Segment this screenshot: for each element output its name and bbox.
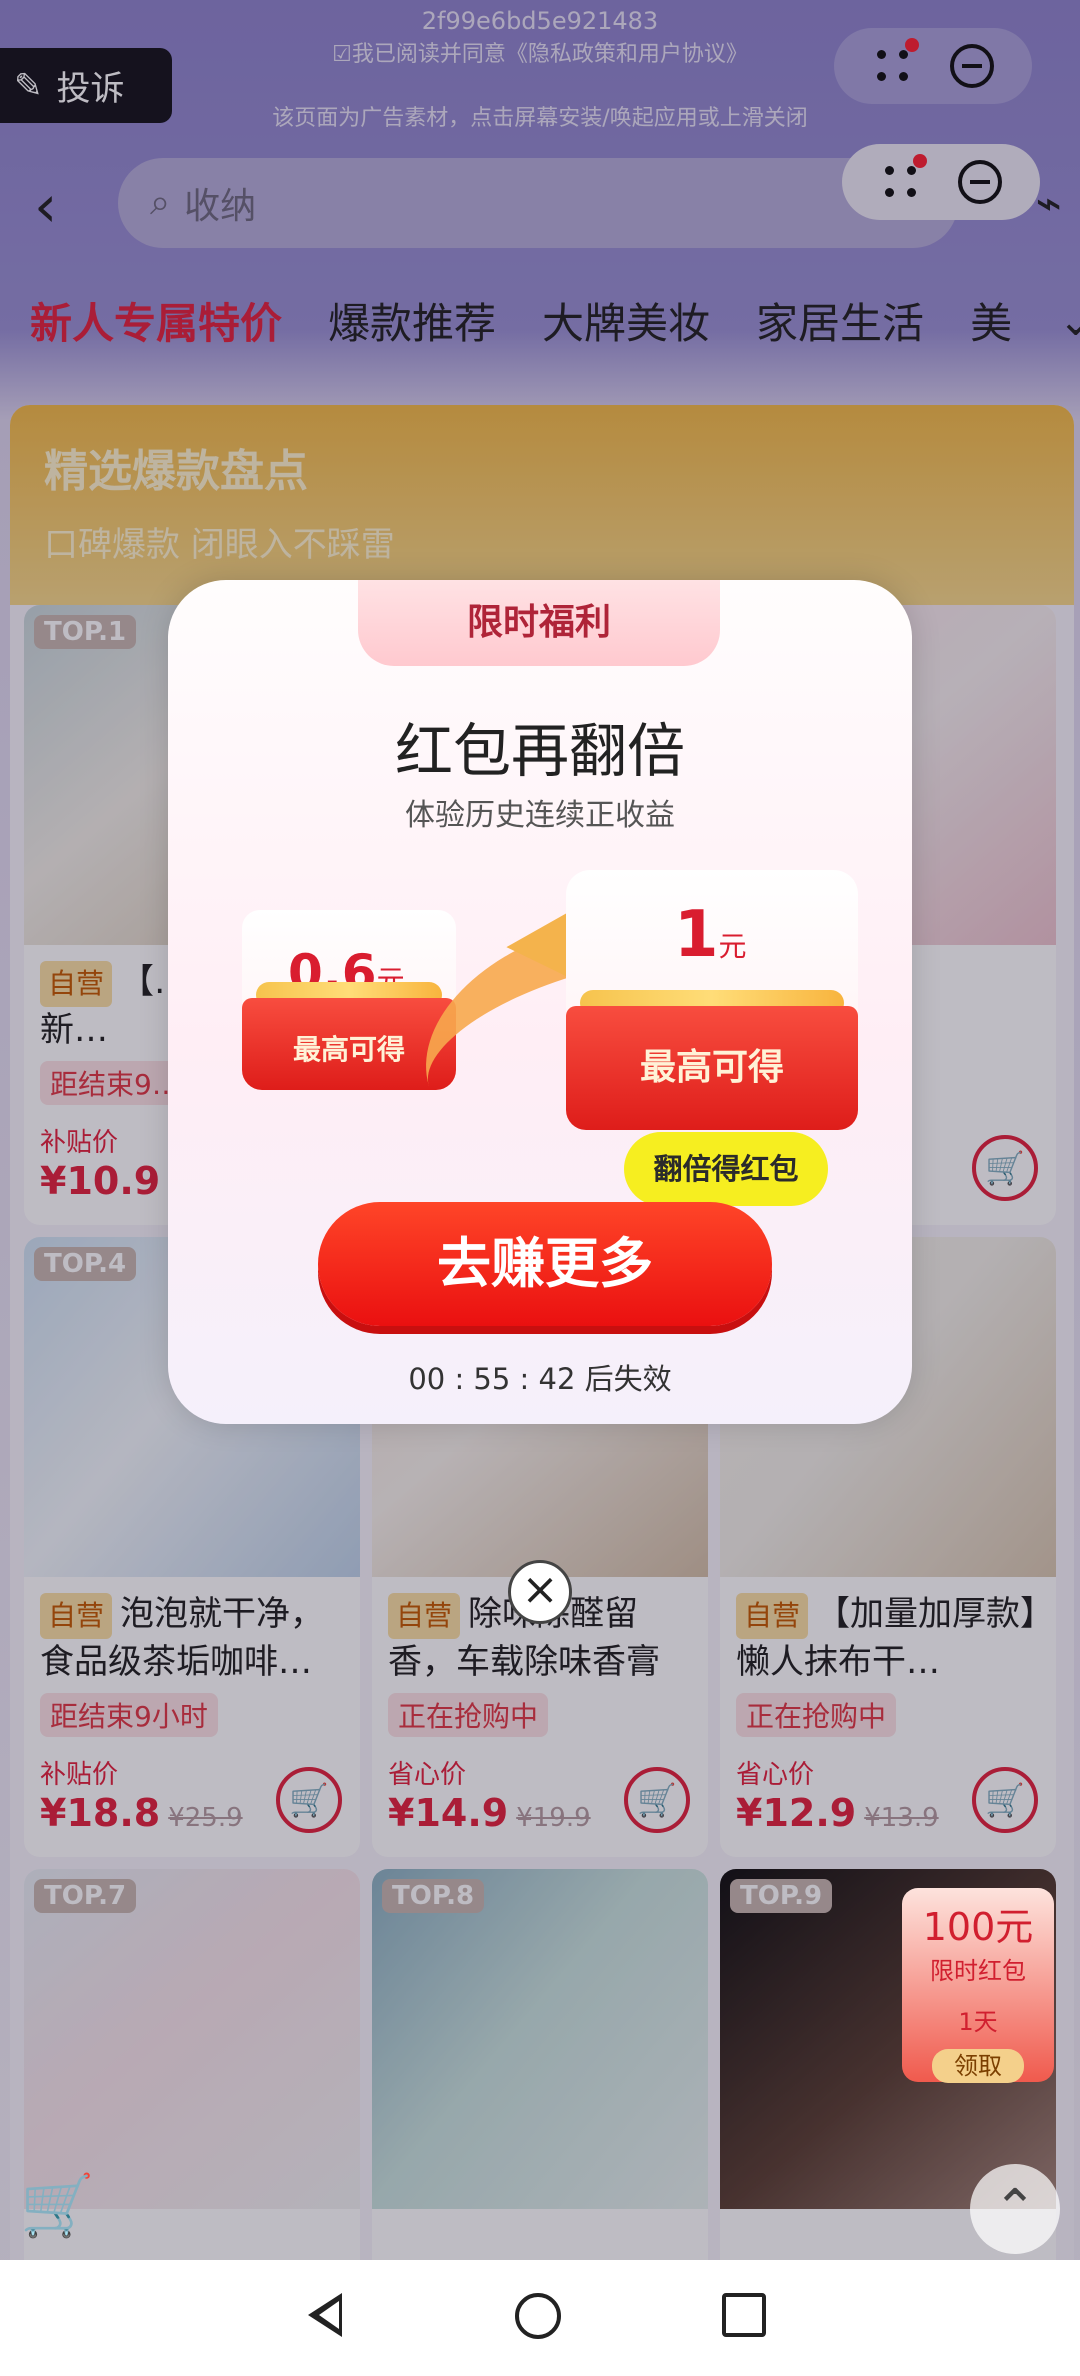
self-operated-tag: 自营 [40, 961, 113, 1007]
price-block: 补贴价 ¥18.8 ¥25.9 [40, 1760, 243, 1835]
search-icon: ⌕ [150, 182, 171, 223]
small-envelope-label: 最高可得 [242, 998, 456, 1090]
scroll-top-icon[interactable]: ⌃ [970, 2164, 1060, 2254]
status-badge: 正在抢购中 [736, 1693, 897, 1737]
cart-icon[interactable]: 🛒 [972, 1135, 1038, 1201]
rank-badge: TOP.7 [34, 1879, 137, 1913]
price-block: 省心价 ¥12.9 ¥13.9 [736, 1760, 939, 1835]
product-title: 自营 【加量加厚款】懒人抹布干… [736, 1593, 1038, 1682]
recent-apps-icon[interactable] [721, 2293, 772, 2343]
home-nav-icon[interactable] [514, 2293, 565, 2343]
chevron-down-icon[interactable]: ⌄ [1058, 296, 1080, 345]
complaint-label: 投诉 [56, 69, 125, 109]
large-red-envelope: 1元 最高可得 [566, 870, 858, 1130]
more-icon[interactable] [873, 38, 919, 86]
small-red-envelope: 0.6元 最高可得 [242, 910, 456, 1090]
complaint-button[interactable]: ✎ 投诉 [0, 48, 172, 123]
cart-icon[interactable]: 🛒 [624, 1767, 690, 1833]
product-card[interactable]: TOP.8 [372, 1869, 708, 2305]
tab-hot-recommend[interactable]: 爆款推荐 [328, 290, 496, 351]
featured-subtitle: 口碑爆款 闭眼入不踩雷 [44, 525, 395, 565]
large-amount: 1元 [674, 898, 747, 972]
back-nav-icon[interactable] [308, 2293, 358, 2343]
tab-home-life[interactable]: 家居生活 [756, 290, 924, 351]
claim-button[interactable]: 领取 [932, 2049, 1024, 2083]
double-reward-bubble: 翻倍得红包 [624, 1132, 828, 1224]
mini-program-capsule[interactable] [834, 28, 1032, 104]
status-badge: 距结束9小时 [40, 1693, 218, 1737]
self-operated-tag: 自营 [40, 1593, 113, 1639]
featured-title: 精选爆款盘点 [44, 446, 308, 497]
countdown-text: 00 : 55 : 42 后失效 [408, 1362, 672, 1396]
tab-beauty[interactable]: 美 [970, 290, 1012, 351]
minimize-icon[interactable] [949, 44, 994, 88]
floating-red-packet[interactable]: 100元 限时红包 1天 领取 [902, 1888, 1054, 2083]
cart-icon[interactable]: 🛒 [276, 1767, 342, 1833]
featured-header: 精选爆款盘点 口碑爆款 闭眼入不踩雷 [10, 405, 1074, 605]
back-icon[interactable]: ‹ [34, 172, 57, 240]
category-tabs: 新人专属特价 爆款推荐 大牌美妆 家居生活 美 ⌄ [0, 285, 1080, 355]
floating-packet-value: 100元 [922, 1905, 1034, 1949]
close-icon[interactable]: × [508, 1560, 572, 1624]
floating-packet-day: 1天 [958, 2008, 998, 2036]
price-block: 补贴价 ¥10.9 [40, 1128, 161, 1203]
rank-badge: TOP.1 [34, 615, 137, 649]
shopping-cart-icon[interactable]: 🛒 [20, 2170, 95, 2241]
search-placeholder: 收纳 [184, 186, 257, 227]
more-icon-secondary[interactable] [881, 154, 927, 202]
floating-packet-label: 限时红包 [930, 1957, 1026, 1985]
header-area: 2f99e6bd5e921483 ☑我已阅读并同意《隐私政策和用户协议》 该页面… [0, 0, 1080, 400]
secondary-capsule[interactable] [842, 144, 1040, 220]
modal-title: 红包再翻倍 [394, 717, 685, 785]
tab-new-user-special[interactable]: 新人专属特价 [30, 290, 282, 351]
modal-subtitle: 体验历史连续正收益 [405, 798, 675, 833]
self-operated-tag: 自营 [736, 1593, 809, 1639]
self-operated-tag: 自营 [388, 1593, 461, 1639]
system-navigation-bar [0, 2260, 1080, 2376]
status-badge: 正在抢购中 [388, 1693, 549, 1737]
rank-badge: TOP.8 [382, 1879, 485, 1913]
earn-more-button[interactable]: 去赚更多 [318, 1202, 772, 1326]
tab-big-brand-beauty[interactable]: 大牌美妆 [542, 290, 710, 351]
cart-icon[interactable]: 🛒 [972, 1767, 1038, 1833]
search-bar[interactable]: ⌕ 收纳 [118, 158, 958, 248]
product-image [24, 1869, 360, 2209]
notification-dot-secondary [912, 154, 927, 168]
rank-badge: TOP.4 [34, 1247, 137, 1281]
reward-modal: 限时福利 红包再翻倍 体验历史连续正收益 0.6元 最高可得 1元 最高可得 翻… [168, 580, 912, 1424]
rank-badge: TOP.9 [730, 1879, 833, 1913]
product-title: 自营 泡泡就干净，食品级茶垢咖啡… [40, 1593, 325, 1682]
large-envelope-label: 最高可得 [566, 1006, 858, 1130]
ad-page: 2f99e6bd5e921483 ☑我已阅读并同意《隐私政策和用户协议》 该页面… [0, 0, 1080, 2376]
product-image [372, 1869, 708, 2209]
modal-ribbon: 限时福利 [358, 580, 720, 666]
notification-dot [904, 38, 919, 52]
edit-icon: ✎ [14, 65, 43, 106]
minimize-icon-secondary[interactable] [957, 160, 1002, 204]
price-block: 省心价 ¥14.9 ¥19.9 [388, 1760, 591, 1835]
